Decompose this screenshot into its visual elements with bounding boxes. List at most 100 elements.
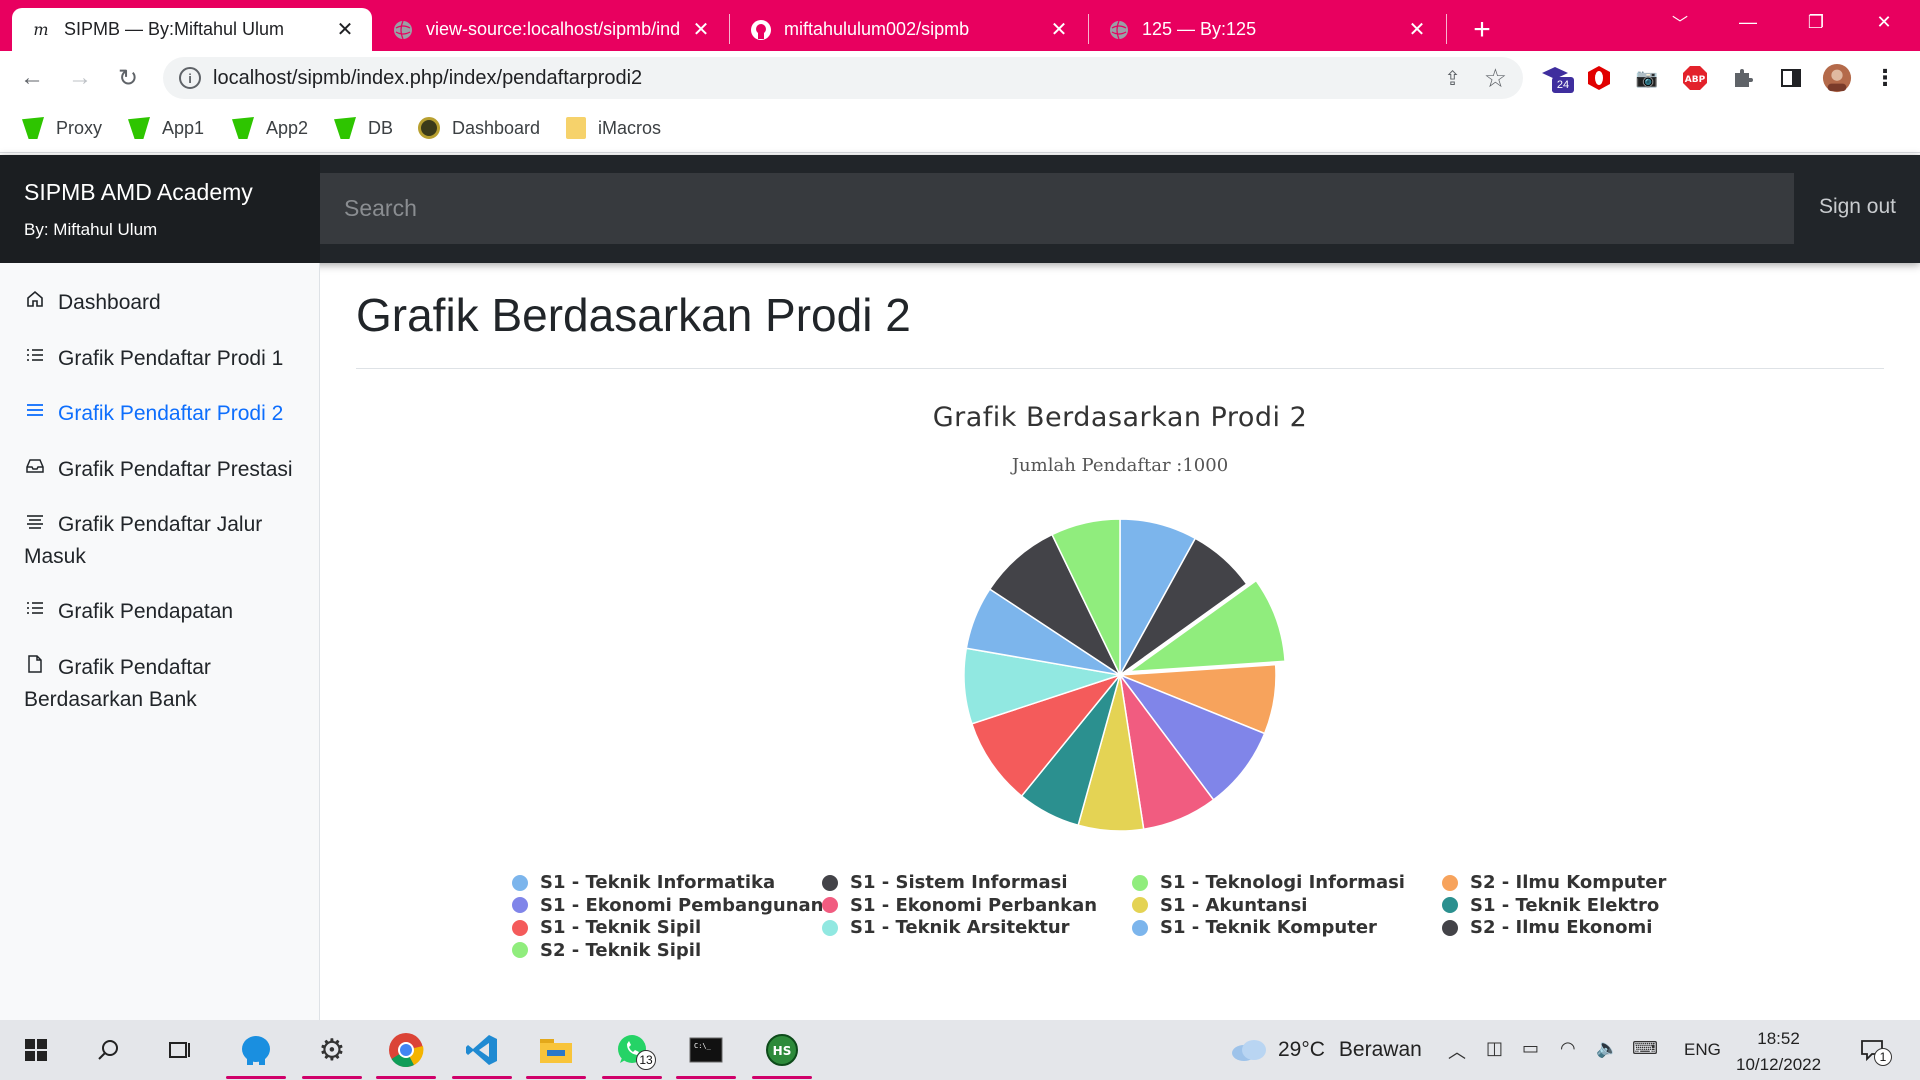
legend-label: S1 - Sistem Informasi [850, 872, 1068, 893]
terminal-icon[interactable]: C:\_ [686, 1030, 726, 1070]
sidebar-item-label: Grafik Pendaftar Berdasarkan Bank [24, 656, 211, 711]
url-text[interactable]: localhost/sipmb/index.php/index/pendafta… [213, 67, 642, 90]
legend-item[interactable]: S2 - Ilmu Komputer [1442, 872, 1666, 893]
bookmark-app1[interactable]: App1 [128, 117, 204, 139]
bookmark-proxy[interactable]: Proxy [22, 117, 102, 139]
chevron-up-icon[interactable]: ︿ [1448, 1038, 1466, 1064]
close-icon[interactable]: ✕ [1404, 17, 1430, 43]
legend-item[interactable]: S1 - Teknologi Informasi [1132, 872, 1405, 893]
sidebar-item-prodi-2[interactable]: Grafik Pendaftar Prodi 2 [24, 398, 314, 430]
sidebar-item-prestasi[interactable]: Grafik Pendaftar Prestasi [24, 454, 314, 486]
restore-button[interactable]: ❐ [1786, 4, 1846, 40]
chrome-icon[interactable] [386, 1030, 426, 1070]
sign-out-link[interactable]: Sign out [1819, 195, 1896, 219]
legend-item[interactable]: S1 - Teknik Komputer [1132, 917, 1377, 938]
running-indicator [752, 1076, 812, 1079]
vscode-icon[interactable] [462, 1030, 502, 1070]
battery-icon[interactable]: ▭ [1522, 1038, 1539, 1059]
close-icon[interactable]: ✕ [332, 17, 358, 43]
elephant-app-icon[interactable] [236, 1030, 276, 1070]
legend-label: S1 - Teknik Komputer [1160, 917, 1377, 938]
whatsapp-icon[interactable]: 13 [612, 1030, 656, 1070]
share-icon[interactable]: ⇪ [1444, 66, 1461, 91]
legend-label: S2 - Ilmu Ekonomi [1470, 917, 1653, 938]
sidebar-item-label: Grafik Pendaftar Prodi 2 [58, 402, 284, 425]
address-bar[interactable]: i localhost/sipmb/index.php/index/pendaf… [163, 57, 1523, 99]
notification-icon[interactable]: 1 [1856, 1034, 1892, 1066]
sidebar-item-jalur-masuk[interactable]: Grafik Pendaftar Jalur Masuk [24, 509, 314, 572]
new-tab-button[interactable]: + [1464, 12, 1500, 48]
close-icon[interactable]: ✕ [688, 17, 714, 43]
legend-item[interactable]: S2 - Teknik Sipil [512, 940, 701, 961]
tab-github[interactable]: miftahululum002/sipmb ✕ [732, 8, 1086, 51]
camera-extension-icon[interactable]: 📷 [1632, 63, 1662, 93]
bookmark-dashboard[interactable]: Dashboard [418, 117, 540, 139]
running-indicator [602, 1076, 662, 1079]
language-indicator[interactable]: ENG [1684, 1040, 1721, 1060]
windows-start-icon[interactable] [16, 1030, 56, 1070]
tab-view-source[interactable]: view-source:localhost/sipmb/ind ✕ [374, 8, 728, 51]
legend-item[interactable]: S1 - Akuntansi [1132, 895, 1307, 916]
info-icon[interactable]: i [179, 67, 201, 89]
sidebar-item-bank[interactable]: Grafik Pendaftar Berdasarkan Bank [24, 652, 314, 715]
close-window-button[interactable]: ✕ [1854, 4, 1914, 40]
legend-marker [822, 919, 838, 936]
legend-label: S1 - Ekonomi Pembangunan [540, 894, 824, 916]
bookmark-star-icon[interactable]: ☆ [1484, 63, 1507, 94]
legend-item[interactable]: S1 - Ekonomi Perbankan [822, 895, 1097, 916]
legend-item[interactable]: S1 - Teknik Sipil [512, 917, 701, 938]
search-input[interactable] [320, 173, 1794, 244]
pie-chart[interactable] [940, 500, 1300, 860]
sidebar-item-dashboard[interactable]: Dashboard [24, 287, 314, 319]
sidebar-item-prodi-1[interactable]: Grafik Pendaftar Prodi 1 [24, 343, 314, 375]
github-icon [750, 19, 772, 41]
search-icon[interactable] [88, 1030, 128, 1070]
weather-widget[interactable]: 29°C Berawan [1230, 1038, 1422, 1062]
adblock-plus-icon[interactable]: ABP [1680, 63, 1710, 93]
legend-item[interactable]: S1 - Teknik Elektro [1442, 895, 1659, 916]
task-view-icon[interactable] [160, 1030, 200, 1070]
keyboard-icon[interactable]: ⌨ [1632, 1038, 1658, 1059]
sidebar-item-pendapatan[interactable]: Grafik Pendapatan [24, 596, 314, 628]
legend-item[interactable]: S1 - Teknik Informatika [512, 872, 775, 893]
running-indicator [226, 1076, 286, 1079]
tab-search-chevron-icon[interactable]: ﹀ [1650, 4, 1710, 40]
wifi-icon[interactable]: ◠ [1560, 1038, 1576, 1059]
legend-item[interactable]: S1 - Ekonomi Pembangunan [512, 895, 824, 916]
bookmark-app2[interactable]: App2 [232, 117, 308, 139]
brand[interactable]: SIPMB AMD Academy By: Miftahul Ulum [0, 155, 320, 263]
tab-separator [1446, 14, 1447, 44]
legend-item[interactable]: S2 - Ilmu Ekonomi [1442, 917, 1652, 938]
legend-marker [1132, 919, 1148, 936]
meet-now-icon[interactable]: ◫ [1486, 1038, 1503, 1059]
file-explorer-icon[interactable] [536, 1030, 576, 1070]
legend-label: S1 - Teknologi Informasi [1160, 872, 1405, 893]
legend-item[interactable]: S1 - Sistem Informasi [822, 872, 1068, 893]
side-panel-icon[interactable] [1776, 63, 1806, 93]
forward-button[interactable]: → [64, 62, 96, 94]
globe-icon [1108, 19, 1130, 41]
hs-app-icon[interactable]: HS [762, 1030, 802, 1070]
notification-count: 1 [1874, 1048, 1892, 1066]
volume-icon[interactable]: 🔈 [1596, 1038, 1618, 1059]
bookmark-label: Proxy [56, 117, 103, 138]
graduation-cap-extension-icon[interactable]: 24 [1540, 63, 1574, 93]
tab-125[interactable]: 125 — By:125 ✕ [1090, 8, 1444, 51]
legend-item[interactable]: S1 - Teknik Arsitektur [822, 917, 1070, 938]
settings-icon[interactable]: ⚙ [312, 1030, 352, 1070]
svg-text:C:\_: C:\_ [694, 1042, 712, 1050]
tab-sipmb[interactable]: m SIPMB — By:Miftahul Ulum ✕ [12, 8, 372, 51]
bookmark-db[interactable]: DB [334, 117, 393, 139]
clock[interactable]: 18:52 10/12/2022 [1736, 1026, 1821, 1078]
opera-extension-icon[interactable] [1584, 63, 1614, 93]
chrome-menu-icon[interactable]: ⋮ [1870, 63, 1900, 93]
reload-button[interactable]: ↻ [112, 62, 144, 94]
back-button[interactable]: ← [16, 62, 48, 94]
profile-avatar[interactable] [1822, 63, 1852, 93]
bookmark-imacros[interactable]: iMacros [566, 117, 661, 139]
close-icon[interactable]: ✕ [1046, 17, 1072, 43]
browser-tab-strip: m SIPMB — By:Miftahul Ulum ✕ view-source… [0, 0, 1920, 51]
minimize-button[interactable]: — [1718, 4, 1778, 40]
extensions-puzzle-icon[interactable] [1728, 63, 1758, 93]
legend-marker [512, 874, 528, 891]
